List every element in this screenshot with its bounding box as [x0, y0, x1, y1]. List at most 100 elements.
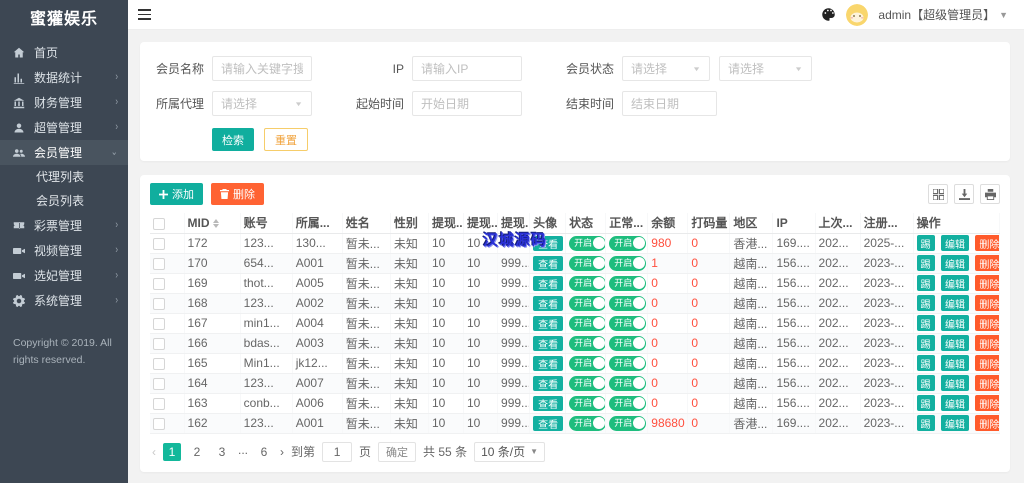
next-page-button[interactable]: ›	[280, 445, 284, 459]
sidebar-item-finance[interactable]: 财务管理 ›	[0, 90, 128, 115]
view-avatar-button[interactable]: 查看	[533, 235, 564, 251]
sidebar-item-home[interactable]: 首页	[0, 40, 128, 65]
edit-button[interactable]: 编辑	[941, 295, 970, 311]
search-button[interactable]: 检索	[212, 128, 254, 151]
status-toggle[interactable]: 开启	[569, 295, 605, 311]
kick-button[interactable]: 踢	[916, 315, 935, 331]
view-avatar-button[interactable]: 查看	[533, 275, 564, 291]
delete-button[interactable]: 删除	[975, 415, 999, 431]
kick-button[interactable]: 踢	[916, 295, 935, 311]
kick-button[interactable]: 踢	[916, 415, 935, 431]
edit-button[interactable]: 编辑	[941, 255, 970, 271]
view-avatar-button[interactable]: 查看	[533, 395, 564, 411]
sidebar-item-members[interactable]: 会员管理 ⌄	[0, 140, 128, 165]
add-button[interactable]: 添加	[150, 183, 203, 205]
normal-toggle[interactable]: 开启	[609, 315, 647, 331]
kick-button[interactable]: 踢	[916, 235, 935, 251]
member-name-input[interactable]	[212, 56, 312, 81]
ip-input[interactable]	[412, 56, 522, 81]
edit-button[interactable]: 编辑	[941, 415, 970, 431]
edit-button[interactable]: 编辑	[941, 375, 970, 391]
page-button[interactable]: 1	[163, 442, 181, 461]
per-page-select[interactable]: 10 条/页 ▼	[474, 441, 546, 462]
kick-button[interactable]: 踢	[916, 275, 935, 291]
theme-palette-icon[interactable]	[821, 7, 836, 22]
member-status-select[interactable]: 请选择 ▼	[622, 56, 710, 81]
delete-button[interactable]: 删除	[975, 315, 999, 331]
status-toggle[interactable]: 开启	[569, 375, 605, 391]
row-checkbox[interactable]	[153, 277, 165, 290]
kick-button[interactable]: 踢	[916, 355, 935, 371]
delete-selected-button[interactable]: 删除	[211, 183, 264, 205]
view-avatar-button[interactable]: 查看	[533, 295, 564, 311]
normal-toggle[interactable]: 开启	[609, 415, 647, 431]
delete-button[interactable]: 删除	[975, 235, 999, 251]
edit-button[interactable]: 编辑	[941, 355, 970, 371]
user-menu[interactable]: admin【超级管理员】 ▼	[878, 6, 1008, 23]
row-checkbox[interactable]	[153, 397, 165, 410]
row-checkbox[interactable]	[153, 317, 165, 330]
view-avatar-button[interactable]: 查看	[533, 255, 564, 271]
view-avatar-button[interactable]: 查看	[533, 315, 564, 331]
reset-button[interactable]: 重置	[264, 128, 308, 151]
edit-button[interactable]: 编辑	[941, 395, 970, 411]
kick-button[interactable]: 踢	[916, 395, 935, 411]
print-icon[interactable]	[980, 184, 1000, 204]
view-avatar-button[interactable]: 查看	[533, 375, 564, 391]
filter-columns-icon[interactable]	[928, 184, 948, 204]
edit-button[interactable]: 编辑	[941, 275, 970, 291]
delete-button[interactable]: 删除	[975, 375, 999, 391]
sidebar-item-stats[interactable]: 数据统计 ›	[0, 65, 128, 90]
status-toggle[interactable]: 开启	[569, 235, 605, 251]
delete-button[interactable]: 删除	[975, 355, 999, 371]
delete-button[interactable]: 删除	[975, 395, 999, 411]
edit-button[interactable]: 编辑	[941, 335, 970, 351]
normal-toggle[interactable]: 开启	[609, 295, 647, 311]
status-toggle[interactable]: 开启	[569, 415, 605, 431]
edit-button[interactable]: 编辑	[941, 235, 970, 251]
normal-toggle[interactable]: 开启	[609, 395, 647, 411]
normal-toggle[interactable]: 开启	[609, 275, 647, 291]
user-avatar[interactable]	[846, 3, 869, 26]
normal-toggle[interactable]: 开启	[609, 335, 647, 351]
prev-page-button[interactable]: ‹	[152, 445, 156, 459]
start-date-input[interactable]	[412, 91, 522, 116]
delete-button[interactable]: 删除	[975, 335, 999, 351]
normal-toggle[interactable]: 开启	[609, 375, 647, 391]
page-button[interactable]: 3	[213, 443, 231, 461]
menu-toggle-icon[interactable]	[138, 6, 156, 24]
select-all-checkbox[interactable]	[153, 217, 165, 230]
status-toggle[interactable]: 开启	[569, 395, 605, 411]
row-checkbox[interactable]	[153, 417, 165, 430]
kick-button[interactable]: 踢	[916, 255, 935, 271]
member-status-select-2[interactable]: 请选择 ▼	[719, 56, 812, 81]
row-checkbox[interactable]	[153, 237, 165, 250]
sidebar-subitem-agent-list[interactable]: 代理列表	[0, 165, 128, 189]
normal-toggle[interactable]: 开启	[609, 255, 647, 271]
page-button[interactable]: 6	[255, 443, 273, 461]
confirm-page-button[interactable]: 确定	[378, 441, 417, 462]
status-toggle[interactable]: 开启	[569, 355, 605, 371]
sidebar-item-system[interactable]: 系统管理 ›	[0, 288, 128, 313]
page-button[interactable]: 2	[188, 443, 206, 461]
view-avatar-button[interactable]: 查看	[533, 415, 564, 431]
status-toggle[interactable]: 开启	[569, 255, 605, 271]
edit-button[interactable]: 编辑	[941, 315, 970, 331]
sidebar-subitem-member-list[interactable]: 会员列表	[0, 189, 128, 213]
status-toggle[interactable]: 开启	[569, 315, 605, 331]
sidebar-item-concubine[interactable]: 选妃管理 ›	[0, 263, 128, 288]
agent-select[interactable]: 请选择 ▼	[212, 91, 312, 116]
status-toggle[interactable]: 开启	[569, 275, 605, 291]
export-icon[interactable]	[954, 184, 974, 204]
row-checkbox[interactable]	[153, 377, 165, 390]
view-avatar-button[interactable]: 查看	[533, 355, 564, 371]
sort-icon[interactable]	[212, 218, 219, 229]
delete-button[interactable]: 删除	[975, 255, 999, 271]
kick-button[interactable]: 踢	[916, 335, 935, 351]
delete-button[interactable]: 删除	[975, 275, 999, 291]
end-date-input[interactable]	[622, 91, 717, 116]
sidebar-item-video[interactable]: 视频管理 ›	[0, 238, 128, 263]
sidebar-item-lottery[interactable]: 彩票管理 ›	[0, 213, 128, 238]
normal-toggle[interactable]: 开启	[609, 355, 647, 371]
row-checkbox[interactable]	[153, 357, 165, 370]
